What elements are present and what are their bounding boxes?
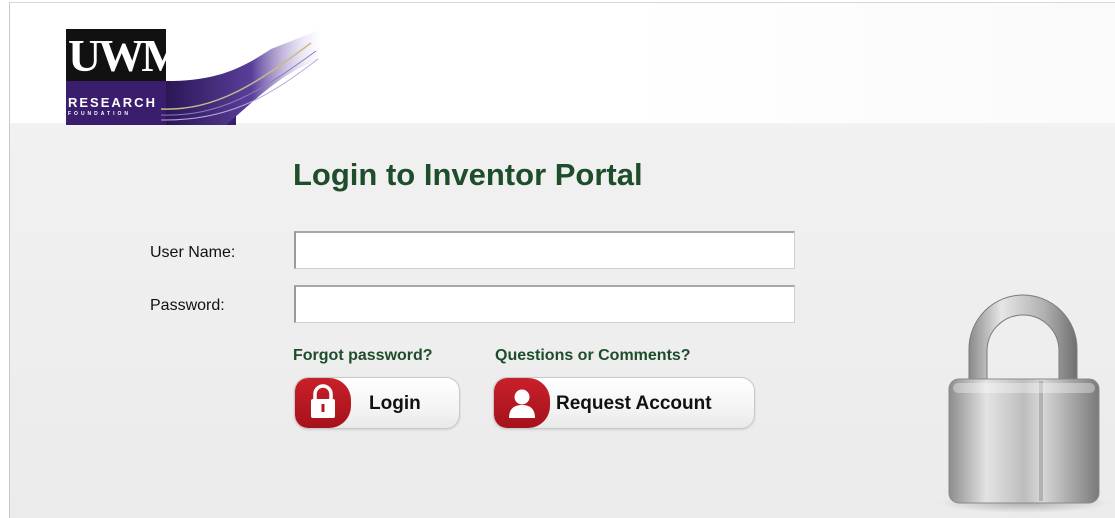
username-field[interactable] [294,231,795,269]
user-icon [494,378,550,428]
request-account-button-label: Request Account [556,393,712,414]
uwm-research-foundation-logo: UWM RESEARCH FOUNDATION [66,29,322,125]
request-account-button[interactable]: Request Account [493,377,755,429]
padlock-icon [295,378,351,428]
login-button[interactable]: Login [294,377,460,429]
logo-foundation-text: FOUNDATION [68,111,131,117]
password-field[interactable] [294,285,795,323]
forgot-password-link[interactable]: Forgot password? [293,346,433,366]
logo-research-text: RESEARCH [68,95,157,110]
page-title: Login to Inventor Portal [293,157,643,192]
username-label: User Name: [150,244,236,261]
logo-uwm-text: UWM [68,30,185,81]
password-label: Password: [150,297,225,314]
questions-comments-link[interactable]: Questions or Comments? [495,346,691,366]
large-padlock-icon [939,294,1109,513]
login-panel: UWM RESEARCH FOUNDATION Login to Invento… [9,2,1115,518]
login-button-label: Login [369,393,421,414]
